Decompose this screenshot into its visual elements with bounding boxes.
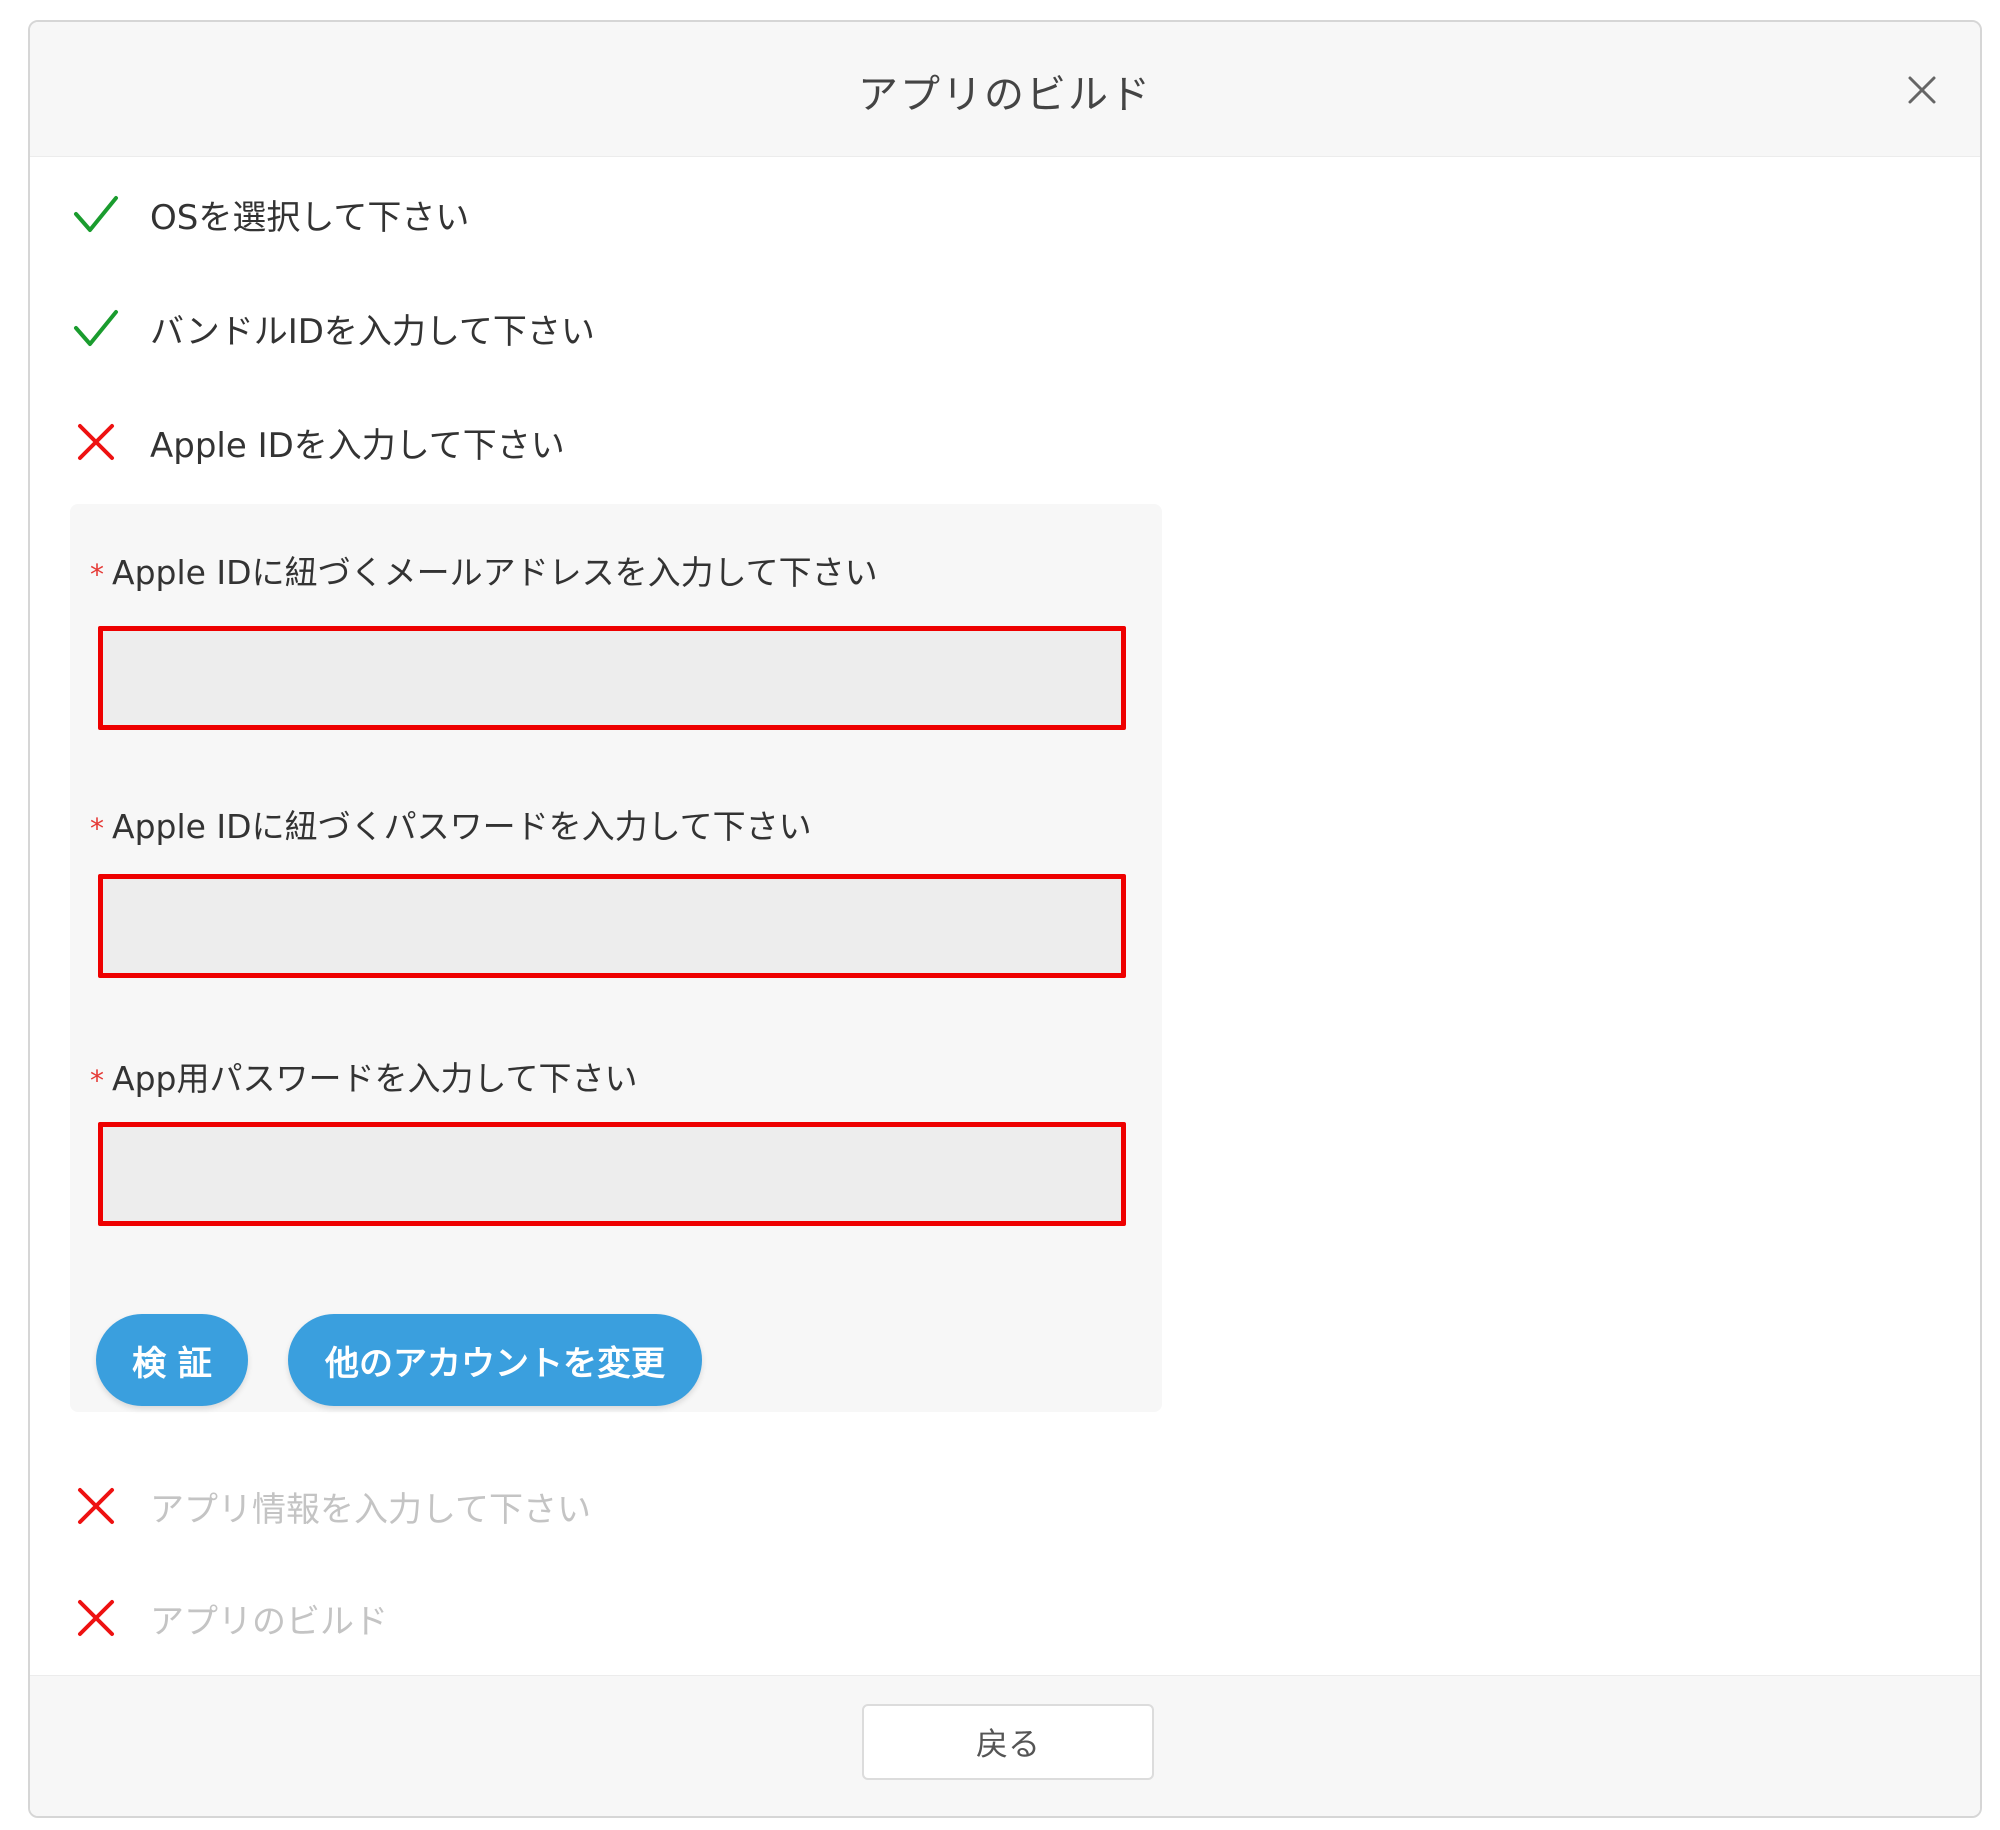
password-field[interactable] — [98, 874, 1126, 978]
step-build-app: アプリのビルド — [70, 1588, 388, 1648]
verify-button[interactable]: 検 証 — [96, 1314, 248, 1406]
step-label: Apple IDを入力して下さい — [150, 425, 565, 466]
step-label: アプリ情報を入力して下さい — [150, 1489, 591, 1530]
password-field-label: * Apple IDに紐づくパスワードを入力して下さい — [90, 800, 812, 848]
step-apple-id: Apple IDを入力して下さい — [70, 412, 565, 472]
app-password-field-label-text: App用パスワードを入力して下さい — [112, 1059, 638, 1098]
dialog-header: アプリのビルド — [30, 22, 1980, 157]
step-label: バンドルIDを入力して下さい — [150, 311, 595, 352]
dialog-title: アプリのビルド — [858, 72, 1152, 118]
cross-icon — [70, 416, 122, 468]
dialog-footer: 戻る — [30, 1675, 1980, 1816]
build-app-dialog: アプリのビルド OSを選択して下さい バンドルIDを入力して下さい Apple — [28, 20, 1982, 1818]
step-select-os: OSを選択して下さい — [70, 184, 469, 244]
step-label: アプリのビルド — [150, 1601, 388, 1642]
step-app-info: アプリ情報を入力して下さい — [70, 1476, 591, 1536]
app-password-field[interactable] — [98, 1122, 1126, 1226]
app-password-input[interactable] — [103, 1127, 1121, 1221]
back-button[interactable]: 戻る — [862, 1704, 1154, 1780]
change-account-button[interactable]: 他のアカウントを変更 — [288, 1314, 702, 1406]
required-mark: * — [90, 812, 104, 845]
step-label: OSを選択して下さい — [150, 197, 470, 238]
cross-icon — [70, 1592, 122, 1644]
password-input[interactable] — [103, 879, 1121, 973]
email-field-label-text: Apple IDに紐づくメールアドレスを入力して下さい — [112, 553, 878, 592]
cross-icon — [70, 1480, 122, 1532]
email-input[interactable] — [103, 631, 1121, 725]
close-icon — [1908, 76, 1936, 104]
apple-id-form: * Apple IDに紐づくメールアドレスを入力して下さい * Apple IDに紐… — [70, 504, 1162, 1412]
email-field-label: * Apple IDに紐づくメールアドレスを入力して下さい — [90, 546, 878, 594]
email-field[interactable] — [98, 626, 1126, 730]
close-button[interactable] — [1902, 70, 1942, 110]
check-icon — [70, 302, 122, 354]
step-bundle-id: バンドルIDを入力して下さい — [70, 298, 595, 358]
check-icon — [70, 188, 122, 240]
required-mark: * — [90, 1064, 104, 1097]
password-field-label-text: Apple IDに紐づくパスワードを入力して下さい — [112, 807, 812, 846]
app-password-field-label: * App用パスワードを入力して下さい — [90, 1052, 637, 1100]
required-mark: * — [90, 558, 104, 591]
